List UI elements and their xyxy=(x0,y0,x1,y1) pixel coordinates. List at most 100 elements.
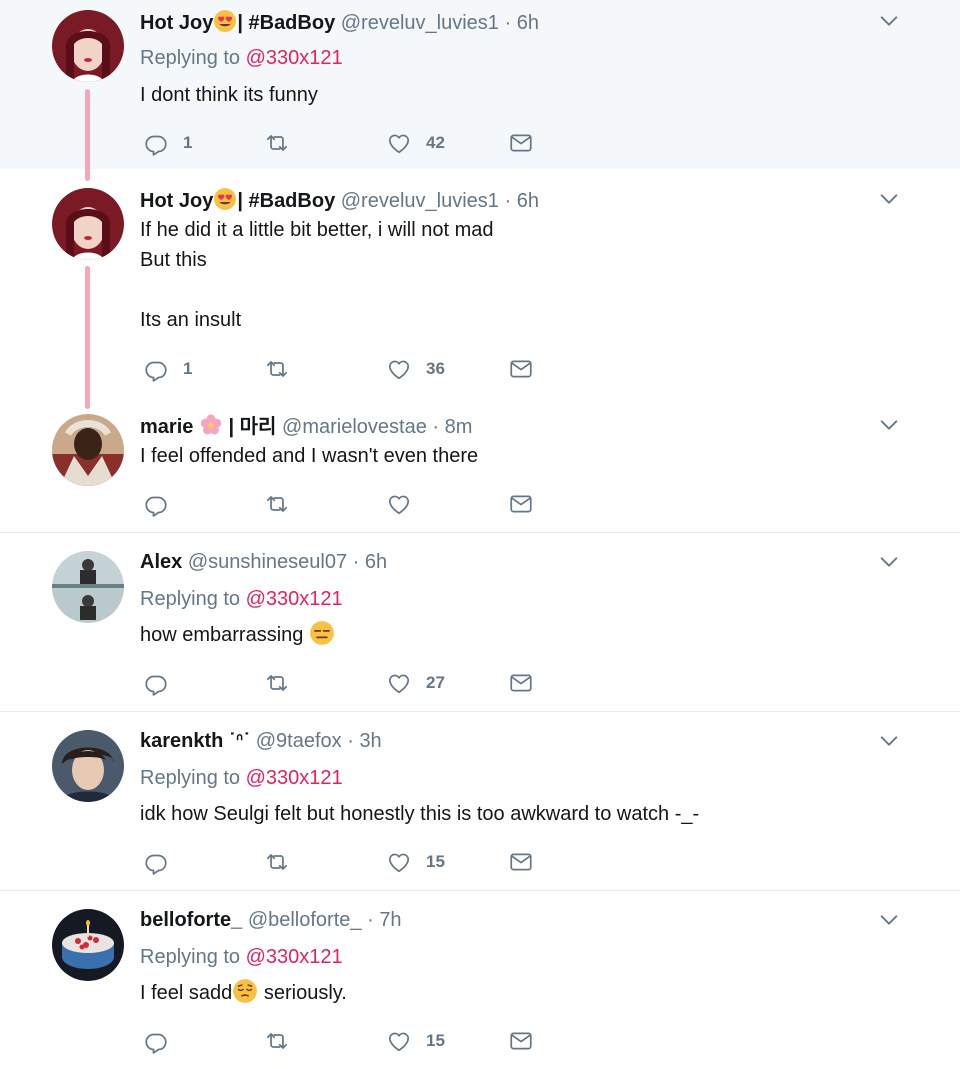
chevron-down-icon[interactable] xyxy=(878,551,900,573)
reply-count: 1 xyxy=(183,359,193,378)
mention-link[interactable]: @330x121 xyxy=(246,588,343,610)
reply-button[interactable]: 1 xyxy=(143,354,192,384)
thread-line xyxy=(85,89,90,181)
reply-button[interactable]: 1 xyxy=(143,128,192,158)
direct-message-button[interactable] xyxy=(508,128,534,158)
retweet-button[interactable] xyxy=(264,1026,304,1056)
replying-to: Replying to @330x121 xyxy=(140,766,343,790)
like-button[interactable]: 36 xyxy=(386,354,445,384)
display-name[interactable]: Alex xyxy=(140,551,182,573)
timestamp[interactable]: 6h xyxy=(517,190,539,212)
dm-icon xyxy=(508,849,534,875)
tweet-actions xyxy=(140,489,560,519)
chevron-down-icon[interactable] xyxy=(878,10,900,32)
handle[interactable]: @belloforte_ xyxy=(248,909,362,931)
tweet-actions: 1 42 xyxy=(140,128,560,158)
tweet-header: marie | 마리 @marielovestae · 8m xyxy=(140,413,472,439)
retweet-button[interactable] xyxy=(264,128,304,158)
reply-button[interactable] xyxy=(143,1026,183,1056)
divider xyxy=(0,532,960,533)
like-button[interactable]: 15 xyxy=(386,1026,445,1056)
tweet-text-line: I feel sadd seriously. xyxy=(140,978,347,1008)
reply-icon xyxy=(143,670,169,696)
dm-icon xyxy=(508,130,534,156)
handle[interactable]: @reveluv_luvies1 xyxy=(341,190,499,212)
tweet-actions: 15 xyxy=(140,1026,560,1056)
reply-icon xyxy=(143,130,169,156)
chevron-down-icon[interactable] xyxy=(878,188,900,210)
display-name[interactable]: karenkth xyxy=(140,730,223,752)
avatar[interactable] xyxy=(52,909,124,981)
separator-dot: · xyxy=(504,12,512,34)
handle[interactable]: @marielovestae xyxy=(282,416,427,438)
timestamp[interactable]: 6h xyxy=(517,12,539,34)
tweet-actions: 27 xyxy=(140,668,560,698)
display-name[interactable]: Hot Joy xyxy=(140,190,213,212)
like-button[interactable]: 27 xyxy=(386,668,445,698)
tweet-actions: 1 36 xyxy=(140,354,560,384)
tweet-header: Hot Joy | #BadBoy @reveluv_luvies1 · 6h xyxy=(140,187,539,213)
handle[interactable]: @9taefox xyxy=(256,730,342,752)
mention-link[interactable]: @330x121 xyxy=(246,946,343,968)
avatar[interactable] xyxy=(52,188,124,260)
avatar[interactable] xyxy=(52,414,124,486)
display-name-suffix: | 마리 xyxy=(228,416,277,438)
like-count: 27 xyxy=(426,673,445,692)
handle[interactable]: @sunshineseul07 xyxy=(188,551,347,573)
cherry-blossom-emoji-icon xyxy=(199,413,223,437)
timestamp[interactable]: 7h xyxy=(379,909,401,931)
reply-button[interactable] xyxy=(143,489,183,519)
tweet-header: belloforte_ @belloforte_ · 7h xyxy=(140,908,402,932)
like-button[interactable]: 15 xyxy=(386,847,445,877)
mention-link[interactable]: @330x121 xyxy=(246,47,343,69)
direct-message-button[interactable] xyxy=(508,354,534,384)
like-button[interactable] xyxy=(386,489,426,519)
timestamp[interactable]: 8m xyxy=(445,416,473,438)
dm-icon xyxy=(508,1028,534,1054)
tweet-text-line: I dont think its funny xyxy=(140,84,318,106)
chevron-down-icon[interactable] xyxy=(878,909,900,931)
like-icon xyxy=(386,491,412,517)
heart-eyes-emoji-icon xyxy=(213,187,237,211)
tweet-text-line xyxy=(140,275,494,305)
retweet-button[interactable] xyxy=(264,354,304,384)
separator-dot: · xyxy=(432,416,440,438)
chevron-down-icon[interactable] xyxy=(878,730,900,752)
timestamp[interactable]: 3h xyxy=(359,730,381,752)
chevron-down-icon[interactable] xyxy=(878,414,900,436)
tweet-text: If he did it a little bit better, i will… xyxy=(140,215,494,335)
timestamp[interactable]: 6h xyxy=(365,551,387,573)
reply-icon xyxy=(143,1028,169,1054)
reply-icon xyxy=(143,356,169,382)
display-name[interactable]: marie xyxy=(140,416,193,438)
display-name[interactable]: belloforte_ xyxy=(140,909,242,931)
tweet-text-line: how embarrassing xyxy=(140,620,335,650)
direct-message-button[interactable] xyxy=(508,489,534,519)
avatar[interactable] xyxy=(52,730,124,802)
like-icon xyxy=(386,670,412,696)
retweet-button[interactable] xyxy=(264,847,304,877)
avatar[interactable] xyxy=(52,10,124,82)
retweet-button[interactable] xyxy=(264,489,304,519)
like-count: 42 xyxy=(426,133,445,152)
display-name[interactable]: Hot Joy xyxy=(140,12,213,34)
direct-message-button[interactable] xyxy=(508,847,534,877)
reply-button[interactable] xyxy=(143,847,183,877)
like-icon xyxy=(386,356,412,382)
reply-icon xyxy=(143,491,169,517)
like-count: 15 xyxy=(426,852,445,871)
direct-message-button[interactable] xyxy=(508,1026,534,1056)
like-button[interactable]: 42 xyxy=(386,128,445,158)
divider xyxy=(0,711,960,712)
handle[interactable]: @reveluv_luvies1 xyxy=(341,12,499,34)
direct-message-button[interactable] xyxy=(508,668,534,698)
retweet-button[interactable] xyxy=(264,668,304,698)
reply-button[interactable] xyxy=(143,668,183,698)
retweet-icon xyxy=(264,356,290,382)
retweet-icon xyxy=(264,670,290,696)
tweet-text: I feel sadd seriously. xyxy=(140,978,347,1008)
mention-link[interactable]: @330x121 xyxy=(246,767,343,789)
like-icon xyxy=(386,849,412,875)
avatar[interactable] xyxy=(52,551,124,623)
tweet-text: I dont think its funny xyxy=(140,80,318,110)
